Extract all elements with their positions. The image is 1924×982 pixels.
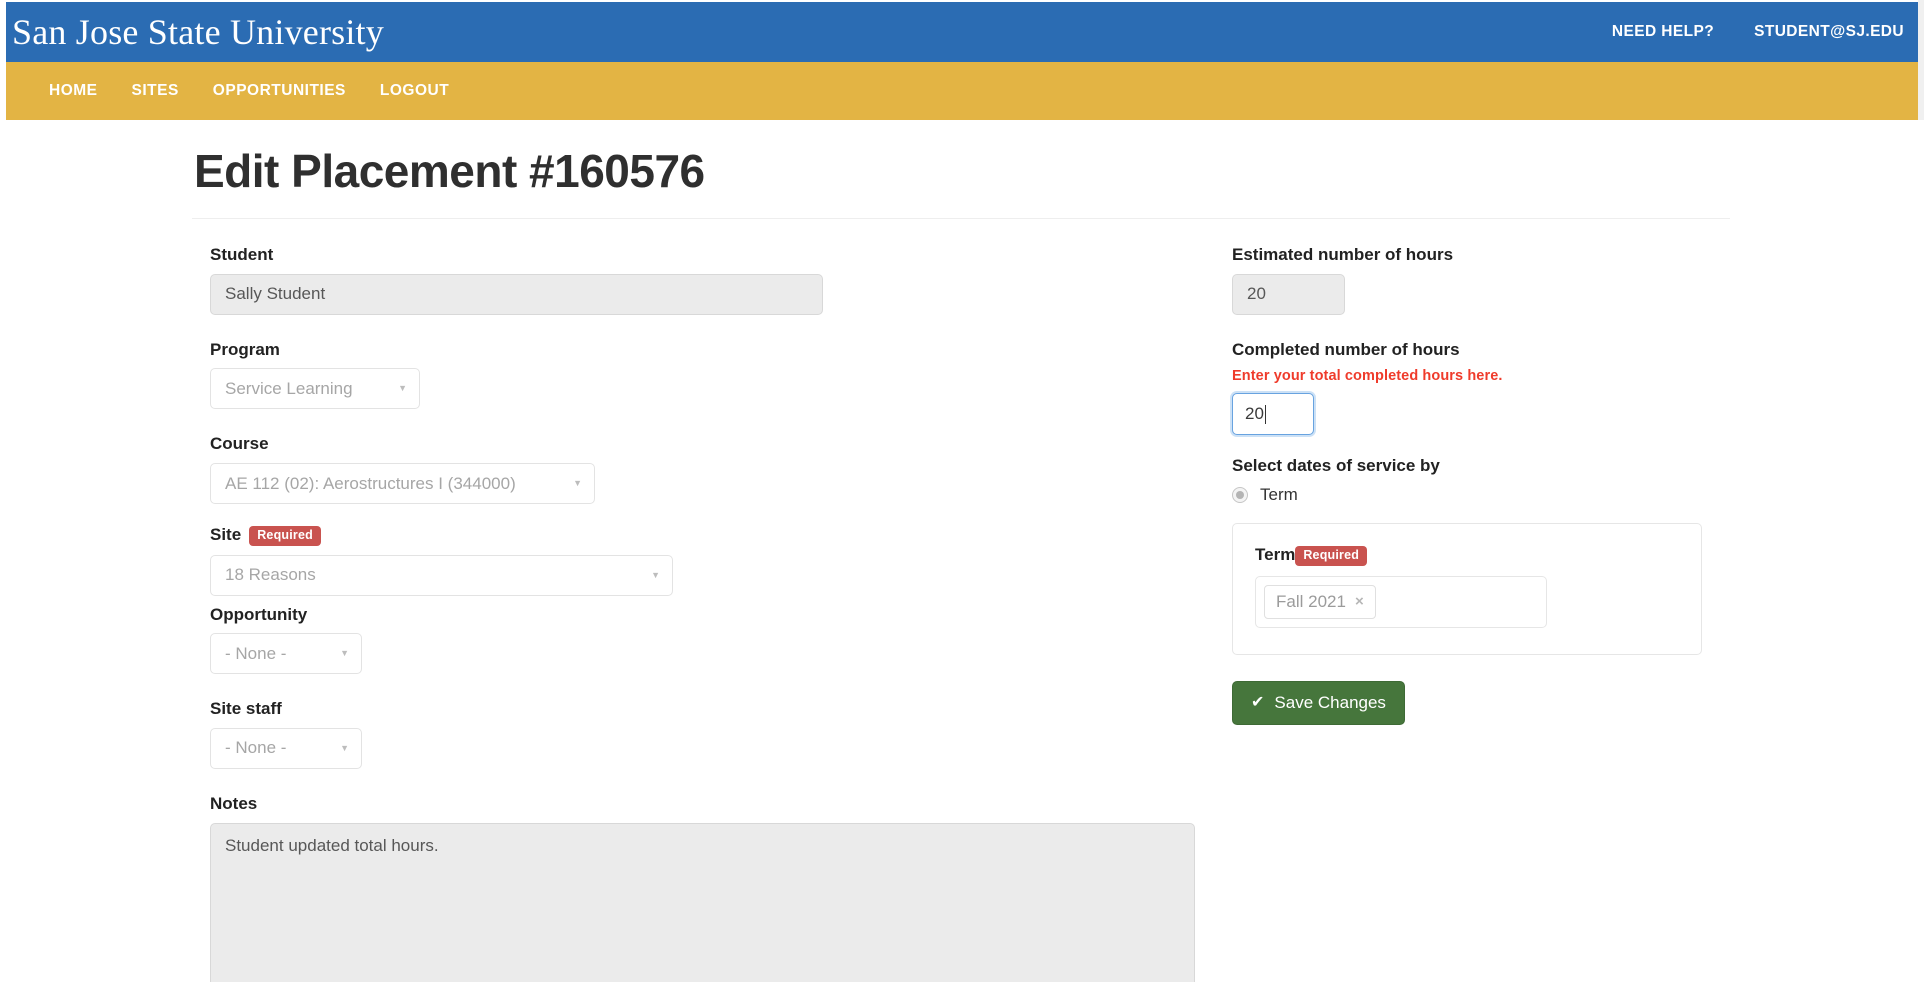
form-left-column: Student Sally Student Program Service Le…: [192, 246, 1214, 982]
course-label: Course: [210, 435, 1214, 454]
field-course: Course AE 112 (02): Aerostructures I (34…: [210, 435, 1214, 504]
opportunity-label: Opportunity: [210, 606, 1214, 625]
site-value: 18 Reasons: [225, 565, 316, 585]
term-label-row: Term Required: [1255, 546, 1679, 566]
nav-item-opportunities[interactable]: OPPORTUNITIES: [196, 82, 363, 100]
close-icon[interactable]: ×: [1355, 594, 1364, 609]
content-area: Edit Placement #160576 Student Sally Stu…: [0, 120, 1924, 982]
page-title: Edit Placement #160576: [192, 144, 1732, 198]
checkmark-icon: ✔: [1251, 695, 1264, 711]
radio-term[interactable]: Term: [1232, 485, 1714, 505]
field-dates-by: Select dates of service by Term: [1232, 457, 1714, 505]
term-token-input[interactable]: Fall 2021 ×: [1255, 576, 1547, 628]
form-columns: Student Sally Student Program Service Le…: [192, 219, 1732, 982]
text-cursor-icon: [1265, 405, 1266, 424]
term-label: Term: [1255, 546, 1295, 565]
student-value: Sally Student: [225, 284, 325, 304]
site-label-row: Site Required: [210, 526, 1214, 546]
radio-button-icon[interactable]: [1232, 487, 1248, 503]
completed-hours-helper-text: Enter your total completed hours here.: [1232, 368, 1714, 384]
program-select[interactable]: Service Learning ▼: [210, 368, 420, 409]
field-estimated-hours: Estimated number of hours 20: [1232, 246, 1714, 315]
site-staff-label: Site staff: [210, 700, 1214, 719]
page-edge-left: [0, 0, 6, 120]
site-select[interactable]: 18 Reasons ▼: [210, 555, 673, 596]
site-label: Site: [210, 526, 241, 545]
page-edge-right: [1918, 0, 1924, 120]
chevron-down-icon: ▼: [651, 571, 660, 580]
estimated-hours-value: 20: [1247, 284, 1266, 304]
field-site: Site Required 18 Reasons ▼: [210, 526, 1214, 596]
completed-hours-input[interactable]: 20: [1232, 393, 1314, 435]
completed-hours-value: 20: [1245, 404, 1264, 424]
field-notes: Notes Student updated total hours.: [210, 795, 1214, 982]
chevron-down-icon: ▼: [573, 479, 582, 488]
content-container: Edit Placement #160576 Student Sally Stu…: [192, 120, 1732, 982]
top-header-bar: San Jose State University NEED HELP? STU…: [6, 2, 1918, 62]
opportunity-select[interactable]: - None - ▼: [210, 633, 362, 674]
radio-dot: [1236, 491, 1244, 499]
program-label: Program: [210, 341, 1214, 360]
notes-label: Notes: [210, 795, 1214, 814]
notes-textarea[interactable]: Student updated total hours.: [210, 823, 1195, 982]
course-select[interactable]: AE 112 (02): Aerostructures I (344000) ▼: [210, 463, 595, 504]
site-brand-title: San Jose State University: [6, 11, 384, 53]
header-links: NEED HELP? STUDENT@SJ.EDU: [1612, 23, 1918, 41]
save-changes-button[interactable]: ✔ Save Changes: [1232, 681, 1405, 725]
field-program: Program Service Learning ▼: [210, 341, 1214, 410]
term-token[interactable]: Fall 2021 ×: [1264, 585, 1376, 619]
site-required-badge: Required: [249, 526, 321, 546]
chevron-down-icon: ▼: [340, 649, 349, 658]
completed-hours-label: Completed number of hours: [1232, 341, 1714, 360]
nav-item-logout[interactable]: LOGOUT: [363, 82, 466, 100]
student-input[interactable]: Sally Student: [210, 274, 823, 315]
page-root: San Jose State University NEED HELP? STU…: [0, 0, 1924, 982]
field-site-staff: Site staff - None - ▼: [210, 700, 1214, 769]
save-changes-label: Save Changes: [1274, 693, 1386, 713]
chevron-down-icon: ▼: [340, 744, 349, 753]
opportunity-value: - None -: [225, 644, 286, 664]
field-opportunity: Opportunity - None - ▼: [210, 606, 1214, 675]
student-label: Student: [210, 246, 1214, 265]
nav-item-home[interactable]: HOME: [32, 82, 115, 100]
term-panel: Term Required Fall 2021 ×: [1232, 523, 1702, 655]
term-token-label: Fall 2021: [1276, 592, 1346, 612]
site-staff-value: - None -: [225, 738, 286, 758]
user-account-link[interactable]: STUDENT@SJ.EDU: [1754, 23, 1904, 41]
nav-item-sites[interactable]: SITES: [115, 82, 196, 100]
estimated-hours-input[interactable]: 20: [1232, 274, 1345, 315]
form-right-column: Estimated number of hours 20 Completed n…: [1214, 246, 1714, 982]
radio-term-label: Term: [1260, 485, 1298, 505]
notes-value: Student updated total hours.: [225, 836, 439, 855]
estimated-hours-label: Estimated number of hours: [1232, 246, 1714, 265]
course-value: AE 112 (02): Aerostructures I (344000): [225, 474, 516, 494]
program-value: Service Learning: [225, 379, 353, 399]
need-help-link[interactable]: NEED HELP?: [1612, 23, 1714, 41]
main-navigation-bar: HOME SITES OPPORTUNITIES LOGOUT: [6, 62, 1918, 120]
term-required-badge: Required: [1295, 546, 1367, 566]
dates-by-label: Select dates of service by: [1232, 457, 1714, 476]
field-completed-hours: Completed number of hours Enter your tot…: [1232, 341, 1714, 436]
site-staff-select[interactable]: - None - ▼: [210, 728, 362, 769]
field-student: Student Sally Student: [210, 246, 1214, 315]
chevron-down-icon: ▼: [398, 384, 407, 393]
